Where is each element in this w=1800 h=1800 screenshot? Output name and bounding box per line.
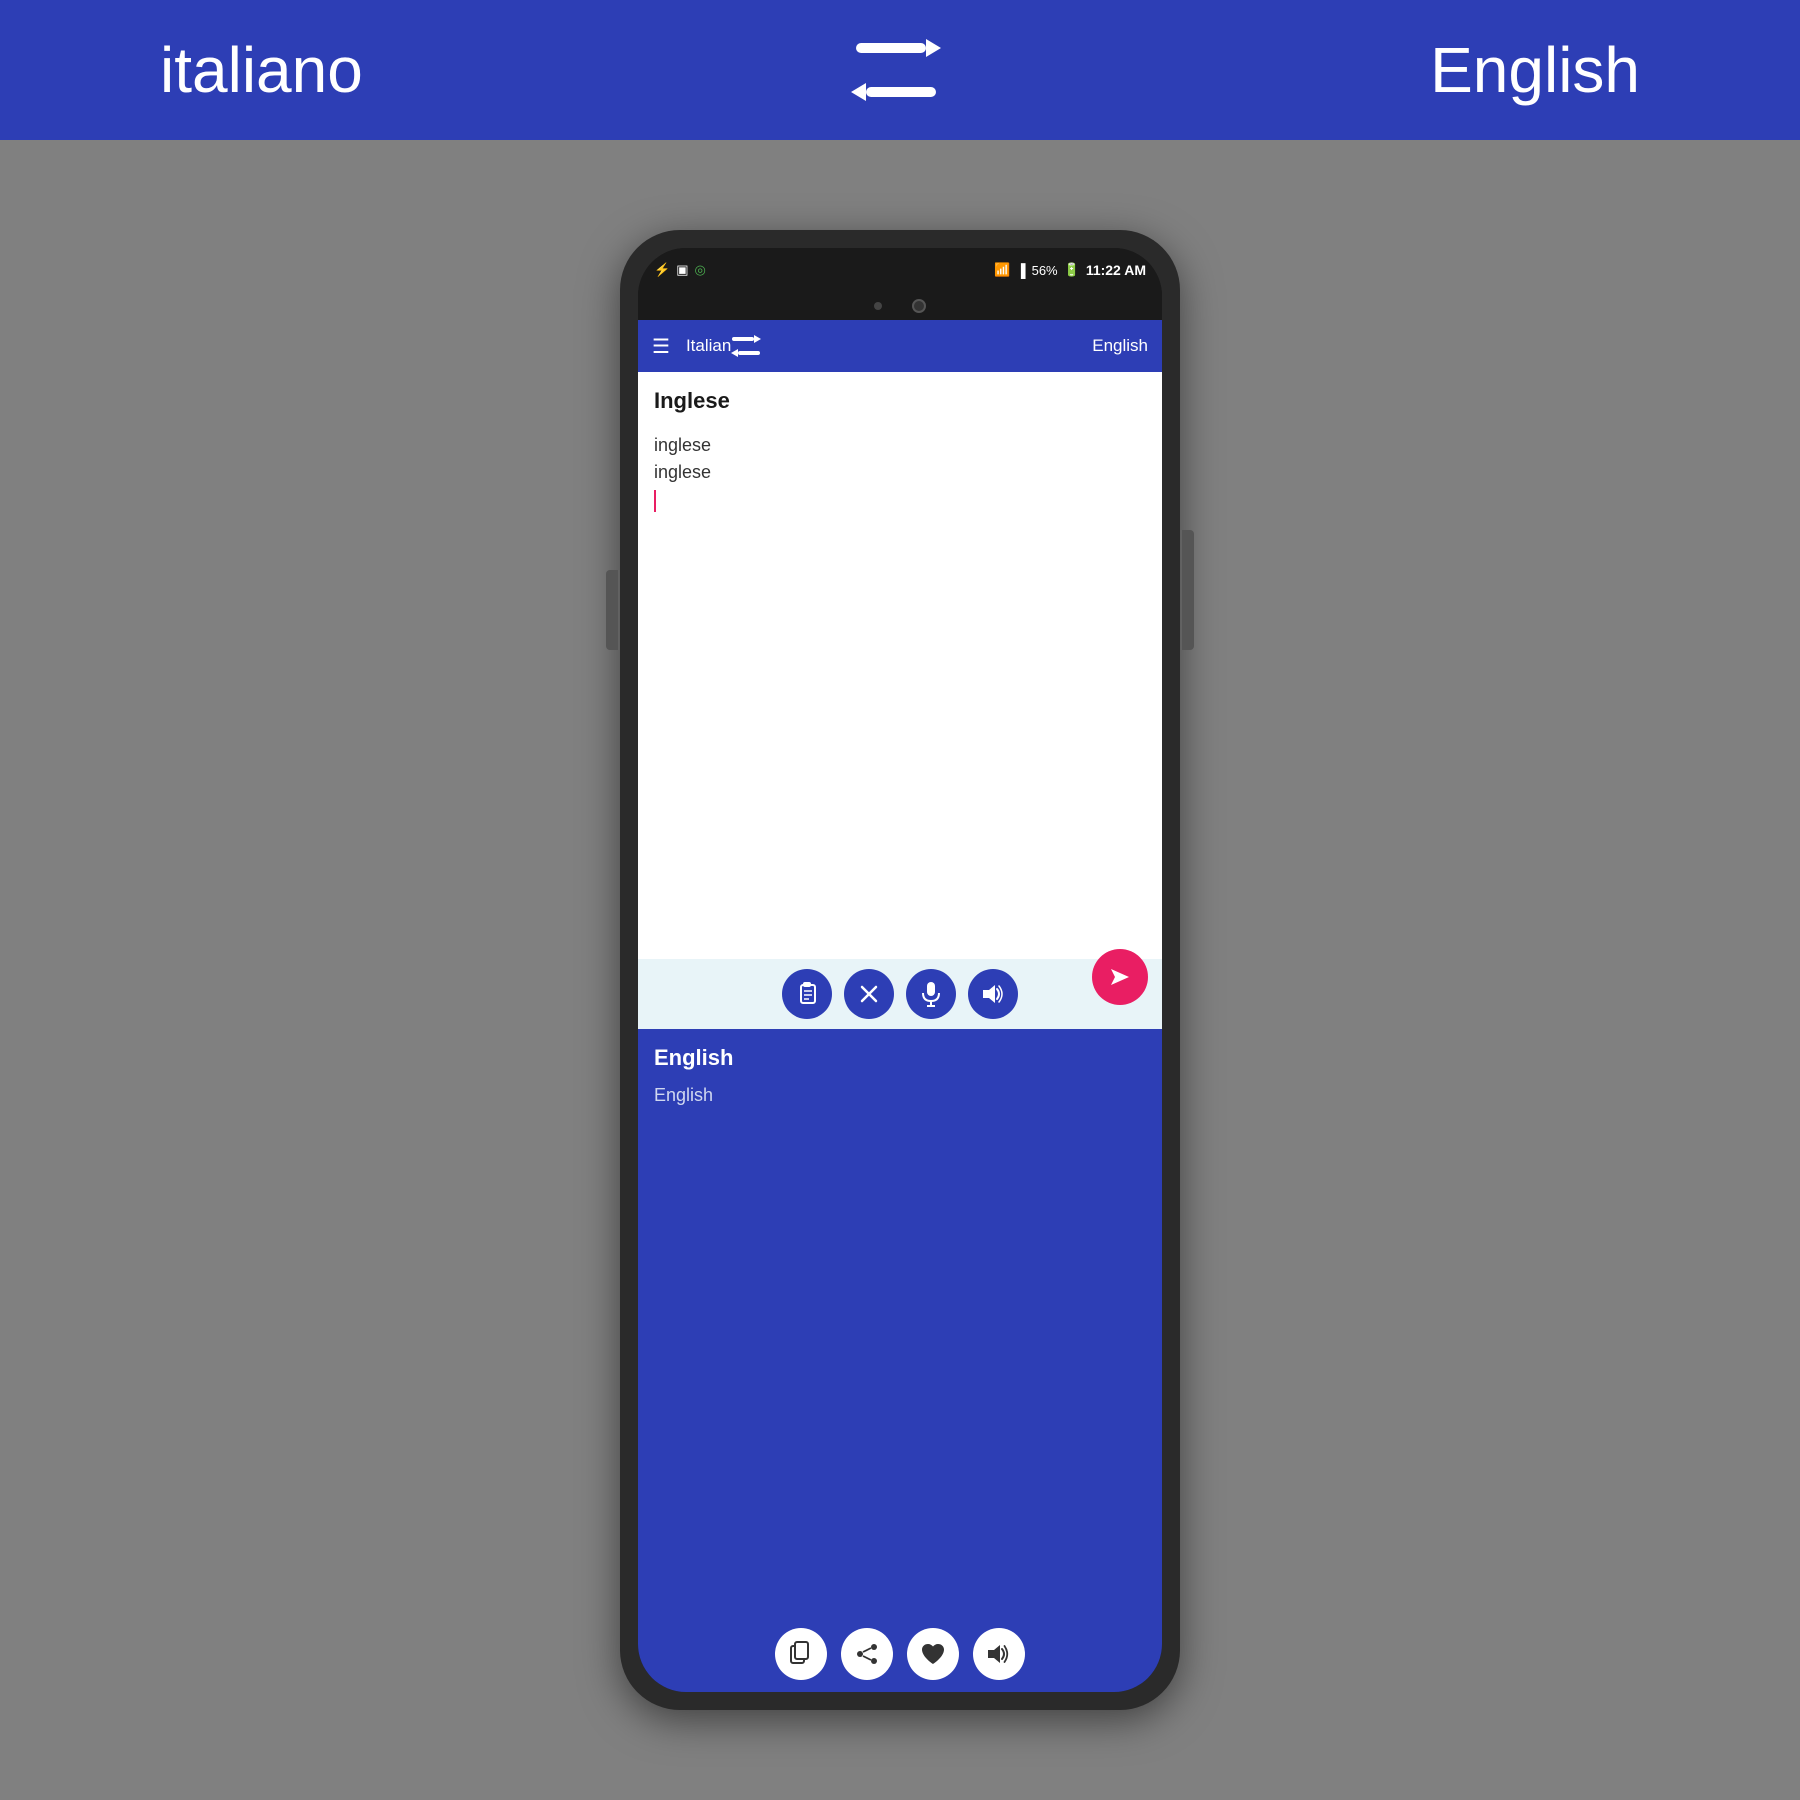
wifi-icon: 📶 [994,262,1010,278]
header-target-lang[interactable]: English [1430,33,1640,107]
bottom-action-buttons [638,1616,1162,1692]
share-button[interactable] [841,1628,893,1680]
toolbar-target-lang[interactable]: English [1092,336,1148,356]
action-buttons-row [638,959,1162,1029]
camera-area [638,292,1162,320]
input-alt-word2: inglese [654,462,711,482]
top-header: italiano English [0,0,1800,140]
text-cursor [654,490,656,512]
input-alt-words: inglese inglese [654,432,1146,520]
output-main-word: English [654,1045,1146,1071]
output-section: English English [638,1029,1162,1616]
status-icons-left: ⚡ ▣ ◎ [654,262,706,278]
app-toolbar: ☰ Italian English [638,320,1162,372]
phone-screen: ⚡ ▣ ◎ 📶 ▐ 56% 🔋 11:22 AM ☰ [638,248,1162,1692]
camera-lens [912,299,926,313]
listen-output-button[interactable] [973,1628,1025,1680]
battery-percent: 56% [1032,263,1058,278]
copy-output-button[interactable] [775,1628,827,1680]
microphone-button[interactable] [906,969,956,1019]
status-bar: ⚡ ▣ ◎ 📶 ▐ 56% 🔋 11:22 AM [638,248,1162,292]
battery-icon: 🔋 [1064,262,1080,278]
favorite-button[interactable] [907,1628,959,1680]
translate-button[interactable] [1092,949,1148,1005]
camera-dot [874,302,882,310]
hamburger-menu-icon[interactable]: ☰ [652,334,670,359]
phone-wrapper: ⚡ ▣ ◎ 📶 ▐ 56% 🔋 11:22 AM ☰ [0,140,1800,1800]
clipboard-button[interactable] [782,969,832,1019]
location-icon: ◎ [694,262,705,278]
image-icon: ▣ [676,262,688,278]
main-content: Inglese inglese inglese [638,372,1162,1692]
input-main-word: Inglese [654,388,1146,414]
status-icons-right: 📶 ▐ 56% 🔋 11:22 AM [994,262,1146,278]
clear-button[interactable] [844,969,894,1019]
usb-icon: ⚡ [654,262,670,278]
header-swap-icon[interactable] [851,35,941,105]
listen-input-button[interactable] [968,969,1018,1019]
input-alt-word1: inglese [654,435,711,455]
signal-icon: ▐ [1016,263,1025,278]
toolbar-source-lang[interactable]: Italian [686,336,731,356]
phone-device: ⚡ ▣ ◎ 📶 ▐ 56% 🔋 11:22 AM ☰ [620,230,1180,1710]
header-source-lang[interactable]: italiano [160,33,363,107]
output-alt-word: English [654,1085,1146,1106]
status-time: 11:22 AM [1086,262,1146,278]
input-section[interactable]: Inglese inglese inglese [638,372,1162,959]
toolbar-swap-icon[interactable] [731,335,1092,357]
